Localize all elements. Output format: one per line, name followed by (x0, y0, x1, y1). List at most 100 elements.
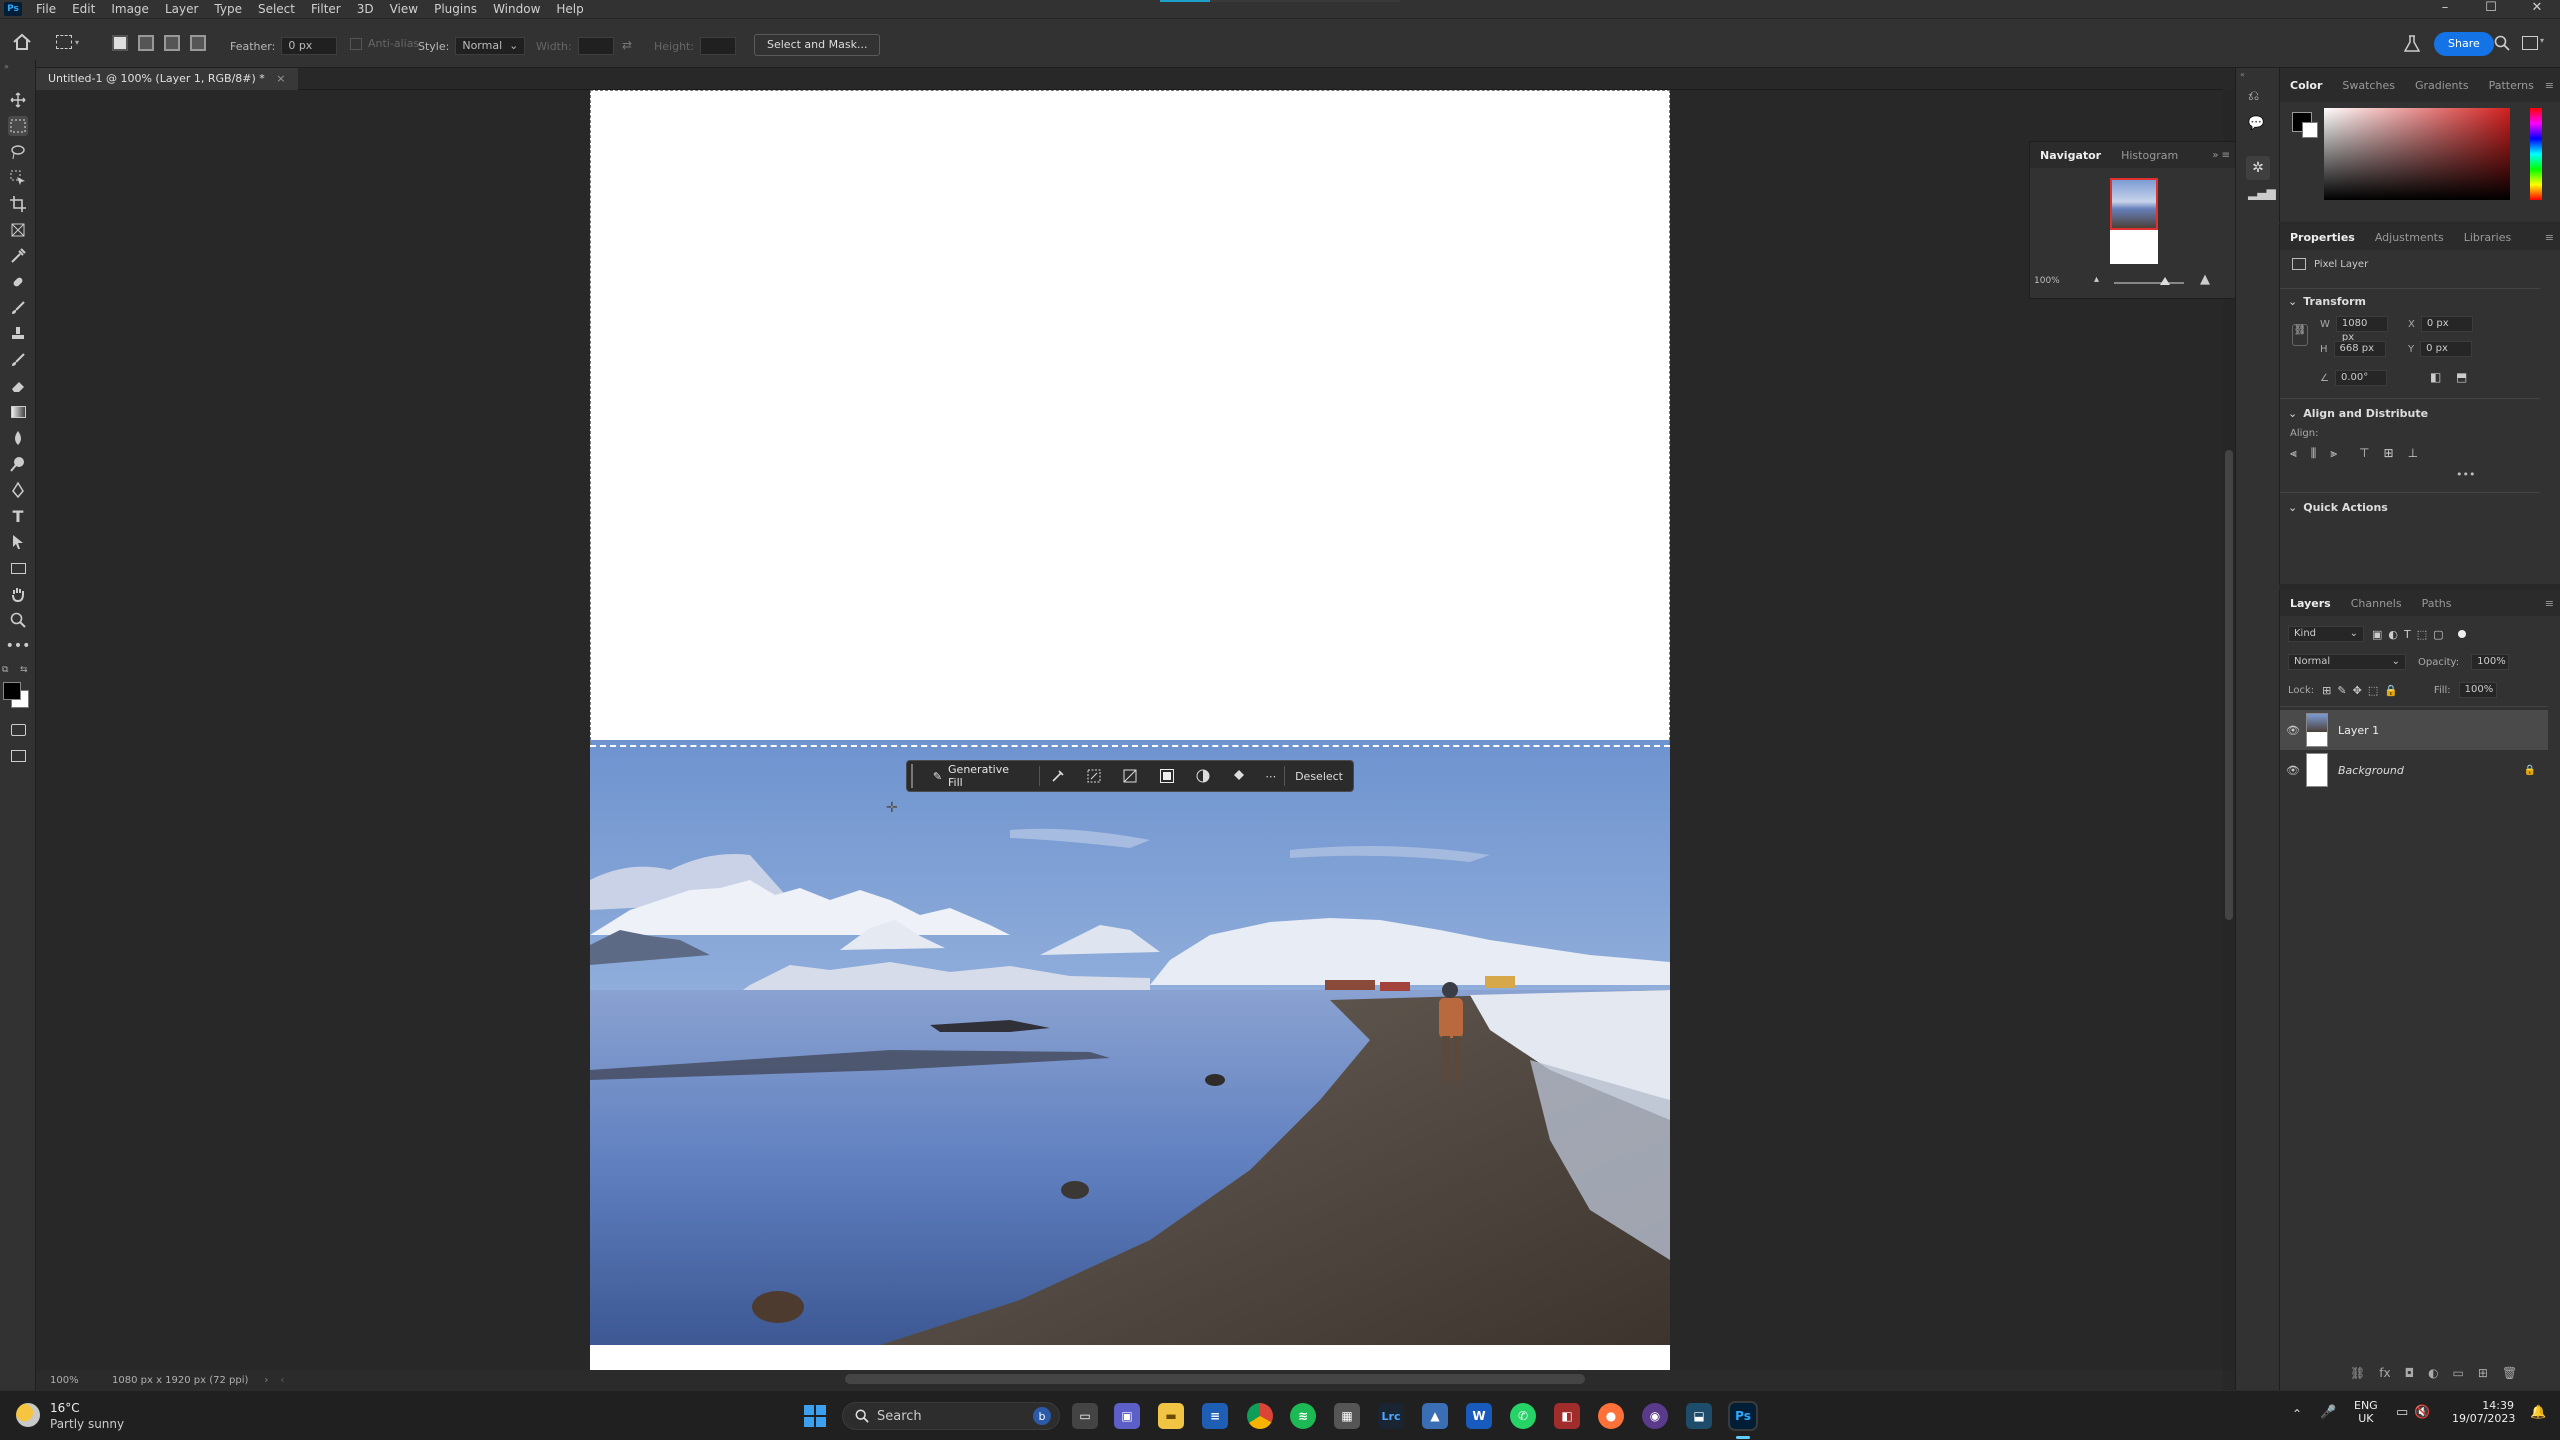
quick-actions-header[interactable]: ⌄ Quick Actions (2280, 496, 2388, 518)
tab-patterns[interactable]: Patterns (2479, 79, 2544, 92)
eye-icon[interactable]: 👁 (2280, 724, 2306, 737)
layer-row-layer-1[interactable]: 👁 Layer 1 (2280, 710, 2548, 750)
app-icon-red[interactable]: ◧ (1554, 1403, 1580, 1429)
app-icon-blue[interactable]: ⬓ (1686, 1403, 1712, 1429)
obs-icon[interactable]: ◉ (1642, 1403, 1668, 1429)
screen-mode-icon[interactable] (8, 746, 28, 766)
marquee-preset-icon[interactable]: ▾ (56, 35, 79, 49)
navigator-thumbnail[interactable] (2110, 178, 2158, 264)
hand-tool-icon[interactable] (8, 584, 28, 604)
whatsapp-icon[interactable]: ✆ (1510, 1403, 1536, 1429)
style-select[interactable]: Normal ⌄ (455, 37, 526, 55)
align-left-icon[interactable]: ⫷ (2290, 446, 2297, 461)
tab-gradients[interactable]: Gradients (2405, 79, 2479, 92)
fill-input[interactable]: 100% (2458, 682, 2497, 698)
bing-icon[interactable]: b (1033, 1407, 1051, 1425)
language-indicator[interactable]: ENG UK (2354, 1399, 2378, 1425)
subtract-selection-icon[interactable] (164, 35, 180, 51)
menu-3d[interactable]: 3D (349, 2, 382, 16)
more-tools-icon[interactable]: ••• (6, 636, 31, 656)
color-field[interactable] (2324, 108, 2510, 200)
clock[interactable]: 14:39 19/07/2023 (2452, 1399, 2515, 1425)
panel-menu-icon[interactable]: ≡ (2545, 597, 2560, 610)
zoom-tool-icon[interactable] (8, 610, 28, 630)
path-selection-tool-icon[interactable] (8, 532, 28, 552)
lightroom-classic-icon[interactable]: Lrc (1378, 1403, 1404, 1429)
tab-color[interactable]: Color (2280, 79, 2332, 92)
eraser-tool-icon[interactable] (8, 376, 28, 396)
adjustment-icon[interactable]: ◐ (2428, 1366, 2438, 1380)
lock-icons[interactable]: ⊞✎✥⬚🔒 (2322, 684, 2404, 697)
healing-brush-tool-icon[interactable] (8, 272, 28, 292)
deselect-button[interactable]: Deselect (1285, 770, 1353, 783)
weather-desc[interactable]: Partly sunny (50, 1417, 124, 1431)
link-layers-icon[interactable]: ⛓ (2350, 1366, 2365, 1380)
align-bottom-icon[interactable]: ⊥ (2408, 446, 2418, 461)
share-button[interactable]: Share (2434, 32, 2494, 56)
history-panel-icon[interactable]: ⎌ (2248, 88, 2259, 104)
link-proportions-icon[interactable]: ⛓ (2292, 324, 2308, 346)
close-icon[interactable]: ✕ (2514, 0, 2560, 18)
more-options-icon[interactable]: ⋯ (1257, 764, 1284, 788)
fill-selection-icon[interactable] (1221, 764, 1257, 788)
windows-start-icon[interactable] (804, 1405, 826, 1427)
new-layer-icon[interactable]: ⊞ (2478, 1366, 2488, 1380)
menu-type[interactable]: Type (206, 2, 250, 16)
default-colors-icon[interactable]: ⧉ (2, 665, 8, 675)
swap-colors-icon[interactable]: ⇆ (20, 665, 28, 675)
zoom-slider[interactable] (2114, 277, 2184, 285)
menu-plugins[interactable]: Plugins (426, 2, 485, 16)
transform-selection-icon[interactable] (1076, 764, 1112, 788)
spotify-icon[interactable]: ≋ (1290, 1403, 1316, 1429)
trash-icon[interactable]: 🗑 (2502, 1366, 2517, 1380)
add-selection-icon[interactable] (138, 35, 154, 51)
align-center-icon[interactable]: ⫼ (2311, 446, 2317, 461)
system-tray-icons[interactable]: ▭🔇 (2396, 1405, 2436, 1420)
history-brush-tool-icon[interactable] (8, 350, 28, 370)
flip-horizontal-icon[interactable]: ◧ (2430, 370, 2441, 384)
comments-panel-icon[interactable]: 💬 (2248, 116, 2264, 131)
eyedropper-tool-icon[interactable] (8, 246, 28, 266)
photoshop-taskbar-icon[interactable]: Ps (1728, 1401, 1758, 1431)
workspace-icon[interactable]: ▾ (2522, 36, 2544, 50)
lasso-tool-icon[interactable] (8, 142, 28, 162)
more-align-options-icon[interactable]: ••• (2456, 468, 2475, 481)
search-icon[interactable] (2494, 35, 2510, 51)
foreground-color-swatch[interactable] (3, 682, 21, 700)
new-selection-icon[interactable] (112, 35, 128, 51)
menu-layer[interactable]: Layer (157, 2, 206, 16)
fx-icon[interactable]: fx (2379, 1366, 2390, 1380)
weather-temp[interactable]: 16°C (50, 1401, 80, 1415)
close-tab-icon[interactable]: × (276, 72, 285, 85)
notepad-icon[interactable]: ≡ (1202, 1403, 1228, 1429)
tab-libraries[interactable]: Libraries (2454, 231, 2522, 244)
filter-kind-select[interactable]: Kind ⌄ (2288, 626, 2364, 642)
tab-layers[interactable]: Layers (2280, 597, 2341, 610)
menu-select[interactable]: Select (250, 2, 303, 16)
layer-row-background[interactable]: 👁 Background 🔒 (2280, 750, 2548, 790)
blend-mode-select[interactable]: Normal ⌄ (2288, 654, 2406, 670)
hue-slider[interactable] (2530, 108, 2542, 200)
menu-view[interactable]: View (382, 2, 426, 16)
tab-paths[interactable]: Paths (2412, 597, 2462, 610)
background-color-chip[interactable] (2302, 122, 2318, 138)
menu-help[interactable]: Help (548, 2, 591, 16)
histogram-panel-icon[interactable]: ▂▄▆ (2248, 186, 2276, 200)
rectangle-tool-icon[interactable] (8, 558, 28, 578)
frame-tool-icon[interactable] (8, 220, 28, 240)
minimize-icon[interactable]: – (2422, 0, 2468, 18)
scroll-left-icon[interactable]: ‹ (280, 1375, 284, 1386)
blur-tool-icon[interactable] (8, 428, 28, 448)
generative-fill-button[interactable]: ✎ Generative Fill (923, 763, 1033, 789)
tab-adjustments[interactable]: Adjustments (2365, 231, 2454, 244)
rectangular-marquee-tool-icon[interactable] (8, 116, 28, 136)
quick-mask-icon[interactable] (8, 720, 28, 740)
zoom-out-icon[interactable]: ▴ (2094, 274, 2099, 285)
chevron-right-icon[interactable]: › (264, 1375, 268, 1386)
clone-stamp-tool-icon[interactable] (8, 324, 28, 344)
object-selection-tool-icon[interactable] (8, 168, 28, 188)
layer-name[interactable]: Background (2338, 764, 2404, 777)
expand-panels-icon[interactable]: « (2240, 70, 2245, 79)
filter-type-icons[interactable]: ▣◐T⬚▢ (2372, 628, 2450, 641)
antialias-checkbox[interactable] (350, 37, 362, 50)
